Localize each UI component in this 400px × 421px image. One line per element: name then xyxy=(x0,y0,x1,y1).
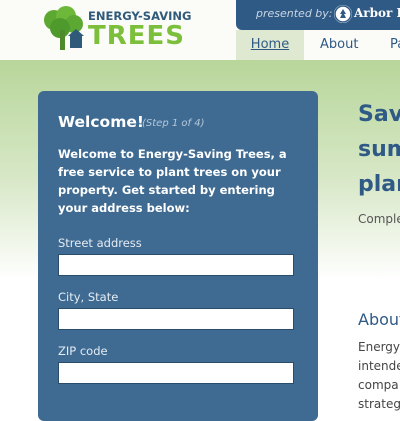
about-text: Energy intende compa strateg xyxy=(358,338,400,414)
arbor-day-logo-icon[interactable] xyxy=(334,5,352,23)
presented-by-label: presented by: xyxy=(256,7,333,20)
about-text-line: strateg xyxy=(358,397,400,411)
city-state-input[interactable] xyxy=(58,308,294,330)
site-header: ENERGY-SAVING TREES presented by: Arbor … xyxy=(0,0,400,60)
about-text-line: compa xyxy=(358,378,399,392)
nav-about[interactable]: About xyxy=(320,30,358,60)
step-indicator: (Step 1 of 4) xyxy=(142,118,205,129)
main-nav: Home About Pa xyxy=(236,30,400,60)
street-address-input[interactable] xyxy=(58,254,294,276)
logo-wordmark-bottom: TREES xyxy=(88,21,186,51)
hero-headline-line: sum xyxy=(358,137,400,162)
zip-code-label: ZIP code xyxy=(58,344,108,358)
about-heading: About xyxy=(358,310,400,329)
presenter-bar: presented by: Arbor Da xyxy=(236,0,400,30)
welcome-panel: Welcome! (Step 1 of 4) Welcome to Energy… xyxy=(38,91,318,421)
street-address-label: Street address xyxy=(58,236,142,250)
nav-home[interactable]: Home xyxy=(236,30,304,60)
about-text-line: intende xyxy=(358,359,400,373)
hero-headline: Sav sum plan xyxy=(358,97,400,202)
panel-title: Welcome! xyxy=(58,113,144,131)
hero-headline-line: plan xyxy=(358,172,400,197)
arbor-day-link[interactable]: Arbor Da xyxy=(354,6,400,20)
about-text-line: Energy xyxy=(358,340,400,354)
hero-subtitle: Comple xyxy=(358,212,400,226)
nav-partial-item[interactable]: Pa xyxy=(390,30,400,60)
zip-code-input[interactable] xyxy=(58,362,294,384)
hero-headline-line: Sav xyxy=(358,102,400,127)
panel-intro-text: Welcome to Energy-Saving Trees, a free s… xyxy=(58,147,287,215)
site-logo[interactable]: ENERGY-SAVING TREES xyxy=(42,6,192,56)
tree-house-icon xyxy=(44,6,84,50)
city-state-label: City, State xyxy=(58,290,119,304)
